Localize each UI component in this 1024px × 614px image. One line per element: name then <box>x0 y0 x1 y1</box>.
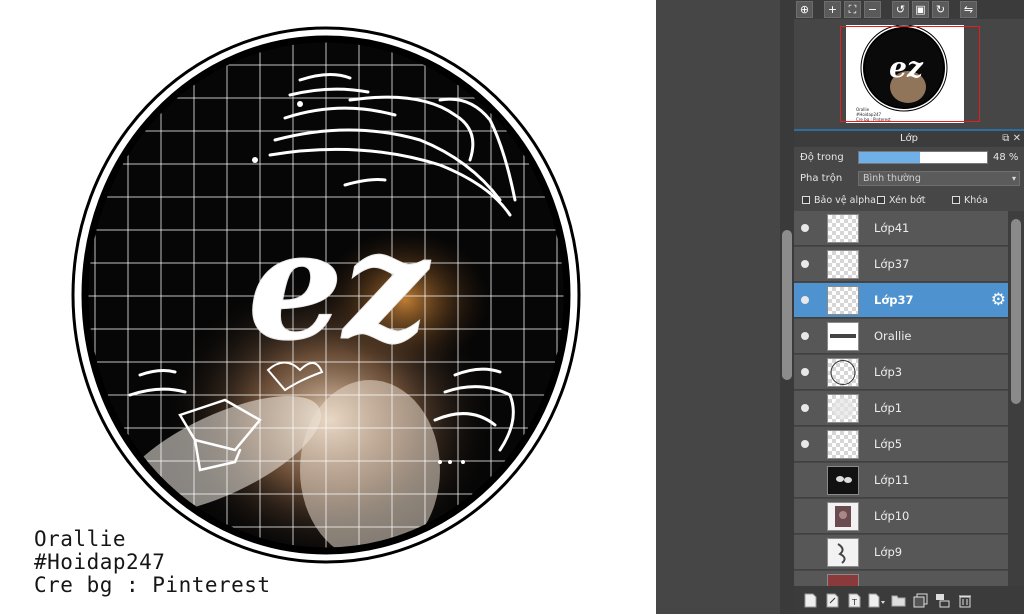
lock-checkbox[interactable]: Khóa <box>952 195 988 206</box>
close-icon[interactable]: ✕ <box>1013 133 1021 144</box>
canvas-margin <box>656 0 780 614</box>
zoom-in-icon[interactable]: + <box>824 1 841 18</box>
new-text-layer-icon[interactable]: T <box>846 591 863 609</box>
layer-row[interactable]: Lớp5 <box>794 427 1008 462</box>
layer-thumbnail <box>827 214 859 243</box>
right-panel: ⊕ + ⛶ − ↺ ▣ ↻ ⇋ ez Orallie #Hoidap247 Cr… <box>794 0 1024 614</box>
opacity-label: Độ trong <box>800 152 844 163</box>
blend-row: Pha trộn Bình thường ▾ <box>794 169 1024 189</box>
layer-thumbnail <box>827 394 859 423</box>
layer-row[interactable]: Lớp37 <box>794 247 1008 282</box>
layer-list: Lớp41 Lớp37 Lớp37 ⚙ Orallie Lớp3 Lớp1 Lớp5 Lớp11… <box>794 211 1008 586</box>
zoom-out-icon[interactable]: − <box>864 1 881 18</box>
opacity-value: 48 % <box>993 152 1019 163</box>
layer-row[interactable]: Lớp3 <box>794 355 1008 390</box>
layer-name: Lớp37 <box>874 257 910 271</box>
blend-label: Pha trộn <box>800 173 843 184</box>
blend-mode-value: Bình thường <box>863 173 921 184</box>
navigator-toolbar: ⊕ + ⛶ − ↺ ▣ ↻ ⇋ <box>794 0 1024 19</box>
merge-down-icon[interactable] <box>934 591 951 609</box>
visibility-eye-icon[interactable] <box>801 296 809 304</box>
flip-horizontal-icon[interactable]: ⇋ <box>960 1 977 18</box>
layer-row[interactable]: Lớp1 <box>794 391 1008 426</box>
visibility-eye-icon[interactable] <box>801 440 809 448</box>
layer-thumbnail <box>827 358 859 387</box>
caption-line-2: #Hoidap247 <box>34 550 166 574</box>
layer-name: Lớp5 <box>874 437 903 451</box>
layer-thumbnail <box>827 502 859 531</box>
layer-name: Lớp9 <box>874 545 903 559</box>
layer-name: Lớp37 <box>874 293 914 307</box>
actual-size-icon[interactable]: ▣ <box>912 1 929 18</box>
layer-list-scrollbar[interactable] <box>1008 211 1024 586</box>
gear-icon[interactable]: ⚙ <box>991 290 1006 310</box>
layer-row[interactable]: Lớp41 <box>794 211 1008 246</box>
clipping-label: Xén bớt <box>889 195 926 206</box>
layer-bottom-toolbar: T <box>794 586 1024 614</box>
new-folder-icon[interactable] <box>890 591 907 609</box>
opacity-slider[interactable] <box>858 151 988 164</box>
new-layer-icon[interactable] <box>802 591 819 609</box>
layer-thumbnail <box>827 430 859 459</box>
layer-thumbnail <box>827 250 859 279</box>
layer-thumbnail <box>827 322 859 351</box>
chevron-down-icon: ▾ <box>1011 174 1016 183</box>
layer-name: Lớp3 <box>874 365 903 379</box>
layer-thumbnail <box>827 574 859 586</box>
scrollbar-thumb[interactable] <box>782 230 792 380</box>
popout-icon[interactable]: ⧉ <box>1002 133 1009 144</box>
caption-text: Orallie #Hoidap247 Cre bg : Pinterest <box>34 528 271 597</box>
layer-row[interactable]: Lớp10 <box>794 499 1008 534</box>
layer-panel-header: Lớp ⧉ ✕ <box>794 129 1024 147</box>
protect-alpha-checkbox[interactable]: Bảo vệ alpha <box>802 195 876 206</box>
layer-row[interactable]: Lớp11 <box>794 463 1008 498</box>
visibility-eye-icon[interactable] <box>801 332 809 340</box>
rotate-right-icon[interactable]: ↻ <box>932 1 949 18</box>
caption-line-3: Cre bg : Pinterest <box>34 573 271 597</box>
lock-label: Khóa <box>964 195 988 206</box>
clipping-checkbox[interactable]: Xén bớt <box>877 195 926 206</box>
layer-row[interactable]: Orallie <box>794 319 1008 354</box>
visibility-eye-icon[interactable] <box>801 368 809 376</box>
layer-name: Lớp10 <box>874 509 910 523</box>
canvas-area[interactable]: ez Orallie #Hoidap247 Cre bg : Pinterest <box>0 0 656 614</box>
navigator-preview[interactable]: ez Orallie #Hoidap247 Cre bg : Pinterest <box>794 19 1024 129</box>
layer-thumbnail <box>827 538 859 567</box>
svg-text:T: T <box>851 598 857 607</box>
vertical-scrollbar[interactable] <box>780 0 794 614</box>
blend-mode-select[interactable]: Bình thường ▾ <box>858 171 1020 186</box>
layer-name: Lớp11 <box>874 473 910 487</box>
layer-row[interactable] <box>794 571 1008 586</box>
layer-list-scroll-thumb[interactable] <box>1011 219 1021 404</box>
add-layer-menu-icon[interactable] <box>868 591 885 609</box>
visibility-eye-icon[interactable] <box>801 224 809 232</box>
delete-layer-icon[interactable] <box>956 591 973 609</box>
opacity-row: Độ trong 48 % <box>794 148 1024 168</box>
layer-name: Lớp41 <box>874 221 910 235</box>
logo-text: ez <box>248 198 431 374</box>
fit-screen-icon[interactable]: ⛶ <box>844 1 861 18</box>
layer-thumbnail <box>827 466 859 495</box>
visibility-eye-icon[interactable] <box>801 404 809 412</box>
layer-panel-title: Lớp <box>899 133 919 144</box>
artwork: ez <box>71 26 581 564</box>
zoom-reset-icon[interactable]: ⊕ <box>796 1 813 18</box>
opacity-slider-fill <box>859 152 921 163</box>
caption-line-1: Orallie <box>34 527 127 551</box>
layer-name: Lớp1 <box>874 401 903 415</box>
layer-row[interactable]: Lớp37 ⚙ <box>794 283 1008 318</box>
rotate-left-icon[interactable]: ↺ <box>892 1 909 18</box>
navigator-view-frame[interactable] <box>840 26 980 122</box>
duplicate-layer-icon[interactable] <box>912 591 929 609</box>
layer-row[interactable]: Lớp9 <box>794 535 1008 570</box>
visibility-eye-icon[interactable] <box>801 260 809 268</box>
layer-name: Orallie <box>874 329 912 343</box>
new-vector-layer-icon[interactable] <box>824 591 841 609</box>
layer-thumbnail <box>827 286 859 315</box>
layer-options-row: Bảo vệ alpha Xén bớt Khóa <box>794 191 1024 211</box>
protect-alpha-label: Bảo vệ alpha <box>814 195 876 206</box>
